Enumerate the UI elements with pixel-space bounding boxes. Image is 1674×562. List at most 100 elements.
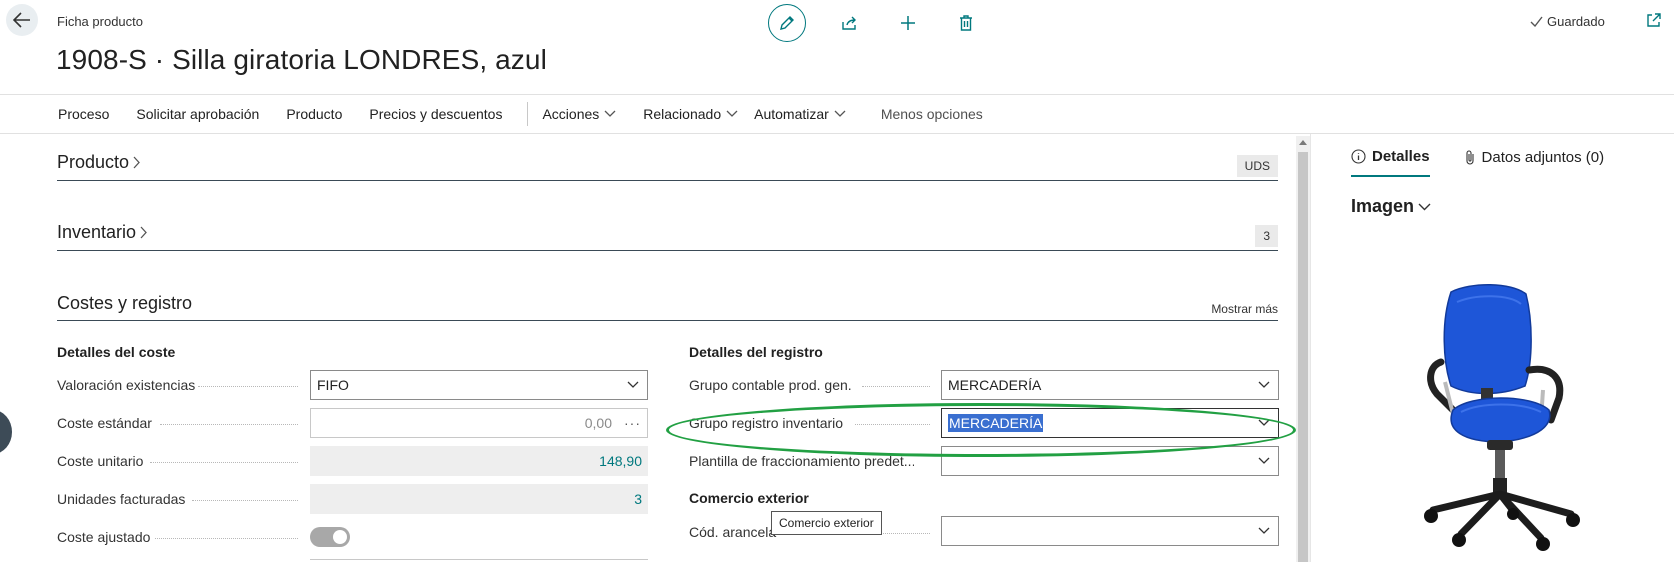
action-solicitar-aprobacion[interactable]: Solicitar aprobación: [136, 106, 259, 122]
leader-dots: [198, 385, 298, 387]
leader-dots: [862, 385, 930, 387]
unit-cost-field[interactable]: 148,90: [310, 446, 648, 476]
plus-icon: [901, 16, 915, 30]
product-image: [1424, 284, 1580, 551]
standard-cost-value: 0,00: [584, 415, 612, 431]
invoiced-units-label: Unidades facturadas: [57, 491, 186, 507]
save-status: Guardado: [1530, 14, 1605, 29]
new-button[interactable]: [894, 9, 922, 37]
gen-prod-group-label: Grupo contable prod. gen.: [689, 377, 852, 393]
field-divider: [310, 559, 648, 560]
leader-dots: [192, 499, 298, 501]
tab-details-label: Detalles: [1372, 148, 1430, 165]
leader-dots: [880, 532, 930, 534]
leader-dots: [160, 423, 298, 425]
valuation-select[interactable]: FIFO: [310, 370, 648, 400]
back-button[interactable]: [6, 4, 38, 36]
tab-attachments-label: Datos adjuntos (0): [1481, 149, 1605, 166]
popout-button[interactable]: [1646, 12, 1662, 33]
gen-prod-group-select[interactable]: MERCADERÍA: [941, 370, 1279, 400]
action-acciones-label: Acciones: [542, 106, 600, 122]
standard-cost-input[interactable]: 0,00 ···: [310, 408, 648, 438]
save-status-label: Guardado: [1547, 14, 1605, 29]
factbox-pane: Detalles Datos adjuntos (0) Imagen: [1310, 134, 1674, 562]
fasttab-costes-registro: Costes y registro Mostrar más: [57, 293, 1278, 321]
fasttab-producto-header[interactable]: Producto: [57, 152, 1278, 173]
fasttab-producto: Producto UDS: [57, 152, 1278, 181]
valuation-value: FIFO: [317, 377, 349, 393]
scrollbar-thumb[interactable]: [1298, 152, 1308, 562]
chevron-down-icon: [604, 110, 616, 117]
action-proceso[interactable]: Proceso: [58, 106, 109, 122]
action-producto[interactable]: Producto: [286, 106, 342, 122]
fasttab-producto-title: Producto: [57, 152, 130, 172]
breadcrumb: Ficha producto: [57, 14, 143, 29]
gen-prod-group-value: MERCADERÍA: [948, 377, 1042, 393]
leader-dots: [155, 537, 298, 539]
fasttab-inventario-header[interactable]: Inventario: [57, 222, 1278, 243]
posting-details-title: Detalles del registro: [689, 344, 823, 360]
cost-details-title: Detalles del coste: [57, 344, 176, 360]
tariff-label: Cód. arancela: [689, 524, 777, 540]
trash-icon: [960, 15, 972, 31]
chevron-down-icon: [1258, 457, 1270, 464]
standard-cost-label: Coste estándar: [57, 415, 152, 431]
chevron-down-icon: [627, 381, 639, 388]
valuation-label: Valoración existencias: [57, 377, 196, 393]
unit-cost-value: 148,90: [599, 453, 642, 469]
chevron-down-icon: [1258, 381, 1270, 388]
fasttab-inventario-title: Inventario: [57, 222, 137, 242]
paperclip-icon: [1465, 150, 1474, 165]
fasttab-inventario: Inventario 3: [57, 222, 1278, 251]
pencil-icon: [780, 16, 794, 30]
chevron-right-icon: [133, 156, 140, 169]
action-acciones-menu[interactable]: Acciones: [542, 106, 616, 122]
action-automatizar-label: Automatizar: [754, 106, 829, 122]
action-relacionado-label: Relacionado: [643, 106, 722, 122]
chevron-down-icon: [1258, 527, 1270, 534]
action-relacionado-menu[interactable]: Relacionado: [643, 106, 738, 122]
chevron-right-icon: [140, 226, 147, 239]
info-icon: [1351, 149, 1366, 164]
fasttab-costes-title: Costes y registro: [57, 293, 193, 313]
chevron-down-icon: [726, 110, 738, 117]
show-more-link[interactable]: Mostrar más: [1211, 302, 1278, 316]
invoiced-units-field[interactable]: 3: [310, 484, 648, 514]
tab-details[interactable]: Detalles: [1351, 148, 1430, 177]
foreign-trade-title: Comercio exterior: [689, 490, 809, 506]
factbox-tabs: Detalles Datos adjuntos (0): [1351, 148, 1638, 177]
scroll-up-arrow[interactable]: [1299, 140, 1307, 145]
fasttab-costes-header[interactable]: Costes y registro: [57, 293, 1278, 314]
adjusted-cost-toggle[interactable]: [310, 527, 350, 547]
checkmark-icon: [1530, 16, 1543, 27]
edit-button[interactable]: [768, 4, 806, 42]
tariff-select[interactable]: [941, 516, 1279, 546]
share-button[interactable]: [836, 9, 864, 37]
leader-dots: [150, 461, 298, 463]
less-options-button[interactable]: Menos opciones: [881, 106, 983, 122]
side-handle[interactable]: [0, 410, 12, 454]
adjusted-cost-label: Coste ajustado: [57, 529, 151, 545]
share-icon: [842, 16, 856, 30]
standard-cost-lookup-button[interactable]: ···: [624, 415, 641, 431]
fasttab-inventario-badge: 3: [1255, 225, 1278, 247]
highlight-annotation: [666, 403, 1296, 457]
action-automatizar-menu[interactable]: Automatizar: [754, 106, 846, 122]
arrow-left-icon: [13, 12, 30, 28]
delete-button[interactable]: [952, 9, 980, 37]
toggle-knob: [333, 530, 347, 544]
action-precios-descuentos[interactable]: Precios y descuentos: [369, 106, 502, 122]
top-actions: [768, 4, 980, 42]
action-bar: Proceso Solicitar aprobación Producto Pr…: [0, 94, 1674, 134]
invoiced-units-value: 3: [634, 491, 642, 507]
image-section-header[interactable]: Imagen: [1351, 196, 1431, 217]
chevron-down-icon: [834, 110, 846, 117]
image-section-title: Imagen: [1351, 196, 1415, 216]
page-title: 1908-S · Silla giratoria LONDRES, azul: [56, 44, 547, 75]
popout-icon: [1647, 13, 1661, 27]
tab-attachments[interactable]: Datos adjuntos (0): [1464, 148, 1605, 177]
unit-cost-label: Coste unitario: [57, 453, 144, 469]
action-bar-divider: [527, 102, 529, 126]
fasttab-producto-badge: UDS: [1236, 155, 1278, 177]
vertical-scrollbar[interactable]: [1296, 136, 1310, 562]
